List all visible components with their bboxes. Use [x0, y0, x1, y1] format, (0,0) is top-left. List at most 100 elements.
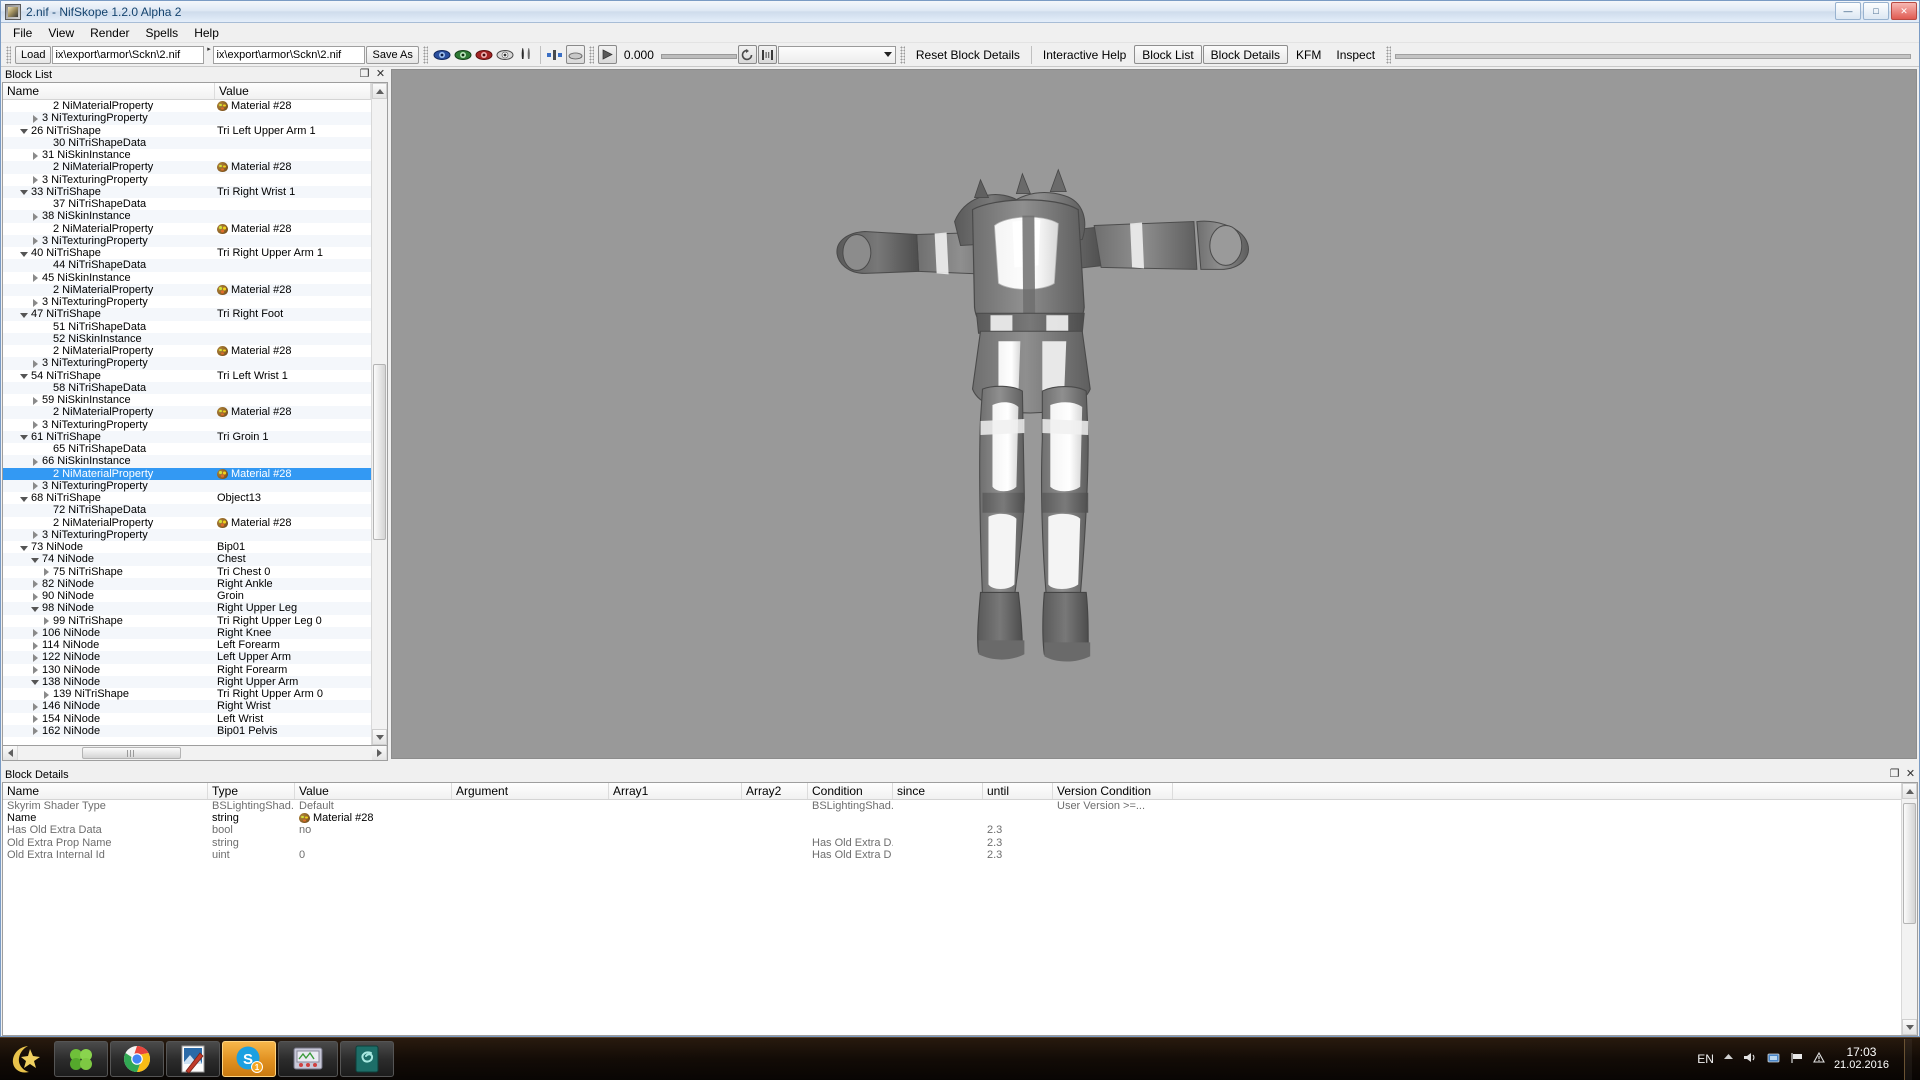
toolbar-grip-4[interactable]	[899, 45, 905, 64]
expand-arrow-icon[interactable]	[31, 726, 40, 736]
menu-spells[interactable]: Spells	[138, 24, 187, 42]
expand-arrow-icon[interactable]	[31, 457, 40, 466]
block-list-row[interactable]: 52 NiSkinInstance	[3, 332, 371, 345]
block-details-row[interactable]: Old Extra Prop Name string Has Old Extra D…	[3, 837, 1901, 849]
expand-arrow-icon[interactable]	[31, 396, 40, 405]
task-skype[interactable]: S 1	[222, 1041, 276, 1077]
start-button[interactable]	[0, 1039, 50, 1080]
load-button[interactable]: Load	[15, 45, 52, 64]
axes-icon[interactable]	[545, 45, 565, 65]
block-list-float-icon[interactable]: ❐	[359, 68, 370, 80]
menu-view[interactable]: View	[40, 24, 82, 42]
red-eye-icon[interactable]	[474, 45, 494, 65]
block-list-row[interactable]: 3 NiTexturingProperty	[3, 112, 371, 125]
collapse-arrow-icon[interactable]	[20, 543, 29, 552]
block-list-toggle[interactable]: Block List	[1134, 45, 1202, 64]
block-list-row[interactable]: 98 NiNode Right Upper Leg	[3, 602, 371, 615]
action-center-icon[interactable]	[1813, 1051, 1825, 1067]
block-list-row[interactable]: 37 NiTriShapeData	[3, 198, 371, 210]
menu-help[interactable]: Help	[186, 24, 227, 42]
block-details-row[interactable]: Name string Material #28	[3, 812, 1901, 824]
expand-arrow-icon[interactable]	[31, 481, 40, 491]
block-list-row[interactable]: 38 NiSkinInstance	[3, 210, 371, 223]
task-nifskope[interactable]	[340, 1041, 394, 1077]
block-list-row[interactable]: 75 NiTriShape Tri Chest 0	[3, 566, 371, 578]
block-list-row[interactable]: 2 NiMaterialProperty Material #28	[3, 517, 371, 529]
bd-column-header[interactable]: Name	[3, 783, 208, 799]
block-list-row[interactable]: 3 NiTexturingProperty	[3, 479, 371, 492]
bd-scroll-up-icon[interactable]	[1902, 783, 1917, 799]
block-list-row[interactable]: 40 NiTriShape Tri Right Upper Arm 1	[3, 247, 371, 259]
bd-column-header[interactable]: since	[893, 783, 983, 799]
block-list-row[interactable]: 2 NiMaterialProperty Material #28	[3, 223, 371, 235]
inspect-toggle[interactable]: Inspect	[1329, 45, 1382, 65]
block-list-row[interactable]: 47 NiTriShape Tri Right Foot	[3, 308, 371, 321]
block-list-row[interactable]: 66 NiSkinInstance	[3, 455, 371, 468]
block-list-row[interactable]: 106 NiNode Right Knee	[3, 626, 371, 639]
hscroll-thumb[interactable]	[81, 747, 181, 759]
block-list-row[interactable]: 45 NiSkinInstance	[3, 272, 371, 284]
block-list-row[interactable]: 68 NiTriShape Object13	[3, 492, 371, 504]
save-as-button[interactable]: Save As	[366, 45, 419, 64]
block-list-row[interactable]: 65 NiTriShapeData	[3, 443, 371, 455]
expand-arrow-icon[interactable]	[31, 628, 40, 638]
scroll-down-icon[interactable]	[372, 729, 387, 745]
block-details-row[interactable]: Has Old Extra Data bool no 2.3	[3, 824, 1901, 836]
block-list-row[interactable]: 139 NiTriShape Tri Right Upper Arm 0	[3, 688, 371, 700]
column-header-value[interactable]: Value	[215, 83, 371, 99]
block-details-vscrollbar[interactable]	[1901, 783, 1917, 1035]
collapse-arrow-icon[interactable]	[20, 310, 29, 319]
block-list-row[interactable]: 3 NiTexturingProperty	[3, 528, 371, 541]
kfm-toggle[interactable]: KFM	[1289, 45, 1328, 65]
block-list-row[interactable]: 3 NiTexturingProperty	[3, 296, 371, 308]
hscroll-track[interactable]	[18, 746, 372, 760]
expand-arrow-icon[interactable]	[42, 690, 51, 699]
block-list-row[interactable]: 90 NiNode Groin	[3, 590, 371, 602]
expand-arrow-icon[interactable]	[31, 702, 40, 711]
block-details-row[interactable]: Skyrim Shader Type BSLightingShad... Defau…	[3, 800, 1901, 812]
play-button[interactable]	[597, 45, 617, 64]
bd-column-header[interactable]: Type	[208, 783, 295, 799]
bd-column-header[interactable]: Array1	[609, 783, 742, 799]
block-list-vscrollbar[interactable]	[371, 83, 387, 745]
expand-arrow-icon[interactable]	[31, 359, 40, 368]
block-list-row[interactable]: 3 NiTexturingProperty	[3, 419, 371, 431]
block-list-row[interactable]: 162 NiNode Bip01 Pelvis	[3, 724, 371, 737]
block-details-row[interactable]: Old Extra Internal Id uint 0 Has Old Extra …	[3, 849, 1901, 861]
lighting-icon[interactable]	[516, 45, 536, 65]
vscroll-track[interactable]	[372, 99, 387, 729]
expand-arrow-icon[interactable]	[31, 665, 40, 675]
block-list-row[interactable]: 114 NiNode Left Forearm	[3, 639, 371, 651]
block-list-row[interactable]: 2 NiMaterialProperty Material #28	[3, 406, 371, 419]
bd-column-header[interactable]: Array2	[742, 783, 808, 799]
blue-eye-icon[interactable]	[432, 45, 452, 65]
expand-arrow-icon[interactable]	[42, 616, 51, 626]
block-list-row[interactable]: 74 NiNode Chest	[3, 553, 371, 566]
expand-arrow-icon[interactable]	[31, 273, 40, 283]
collapse-arrow-icon[interactable]	[31, 677, 40, 686]
expand-arrow-icon[interactable]	[31, 592, 40, 601]
block-list-row[interactable]: 154 NiNode Left Wrist	[3, 713, 371, 725]
block-list-row[interactable]: 33 NiTriShape Tri Right Wrist 1	[3, 185, 371, 198]
block-list-row[interactable]: 54 NiTriShape Tri Left Wrist 1	[3, 370, 371, 382]
language-indicator[interactable]: EN	[1697, 1052, 1714, 1066]
show-desktop-button[interactable]	[1904, 1038, 1912, 1080]
toolbar-grip-2[interactable]	[422, 45, 428, 64]
expand-arrow-icon[interactable]	[31, 236, 40, 246]
scroll-right-icon[interactable]	[372, 746, 387, 760]
block-list-close-icon[interactable]: ✕	[375, 68, 386, 80]
reset-block-details-button[interactable]: Reset Block Details	[909, 45, 1027, 65]
volume-icon[interactable]	[1743, 1051, 1758, 1067]
block-list-row[interactable]: 130 NiNode Right Forearm	[3, 664, 371, 676]
block-details-toggle[interactable]: Block Details	[1202, 45, 1289, 64]
bd-vscroll-thumb[interactable]	[1903, 803, 1916, 925]
expand-arrow-icon[interactable]	[31, 298, 40, 307]
bd-column-header[interactable]: Argument	[452, 783, 609, 799]
clock[interactable]: 17:03 21.02.2016	[1834, 1046, 1889, 1072]
block-list-row[interactable]: 2 NiMaterialProperty Material #28	[3, 283, 371, 296]
task-image-editor[interactable]	[166, 1041, 220, 1077]
block-list-row[interactable]: 3 NiTexturingProperty	[3, 234, 371, 247]
block-list-row[interactable]: 31 NiSkinInstance	[3, 149, 371, 161]
task-chrome-browser[interactable]	[110, 1041, 164, 1077]
expand-arrow-icon[interactable]	[31, 151, 40, 160]
